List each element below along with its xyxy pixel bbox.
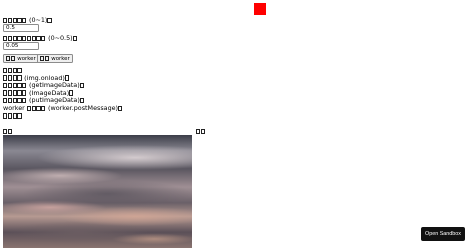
- open-sandbox-button[interactable]: Open Sandbox: [421, 227, 465, 241]
- button-label: worker: [51, 56, 70, 62]
- button-label: worker: [17, 56, 36, 62]
- threshold-input[interactable]: [3, 42, 39, 50]
- process-worker-button[interactable]: worker: [37, 54, 73, 63]
- brightness-label: (0~1): [3, 16, 52, 24]
- threshold-range: (0~0.5): [48, 34, 73, 42]
- label-glyphs: [3, 34, 46, 42]
- perf-worker-prefix: worker: [3, 103, 25, 112]
- perf-worker-label: (worker.postMessage): [48, 103, 119, 112]
- perf-worker-row: worker (worker.postMessage): [3, 103, 123, 113]
- source-image: [3, 135, 192, 248]
- original-image-title: [3, 127, 13, 135]
- perf-total-row: [3, 113, 123, 121]
- brightness-range: (0~1): [28, 16, 48, 24]
- status-indicator: [254, 3, 266, 15]
- label-glyphs: [3, 16, 27, 24]
- performance-log: (img.onload) (getImageData) (ImageData) …: [3, 67, 123, 120]
- brightness-input[interactable]: [3, 24, 39, 32]
- process-main-thread-button[interactable]: worker: [3, 54, 39, 63]
- processed-image-title: [196, 127, 206, 135]
- threshold-label: (0~0.5): [3, 34, 77, 42]
